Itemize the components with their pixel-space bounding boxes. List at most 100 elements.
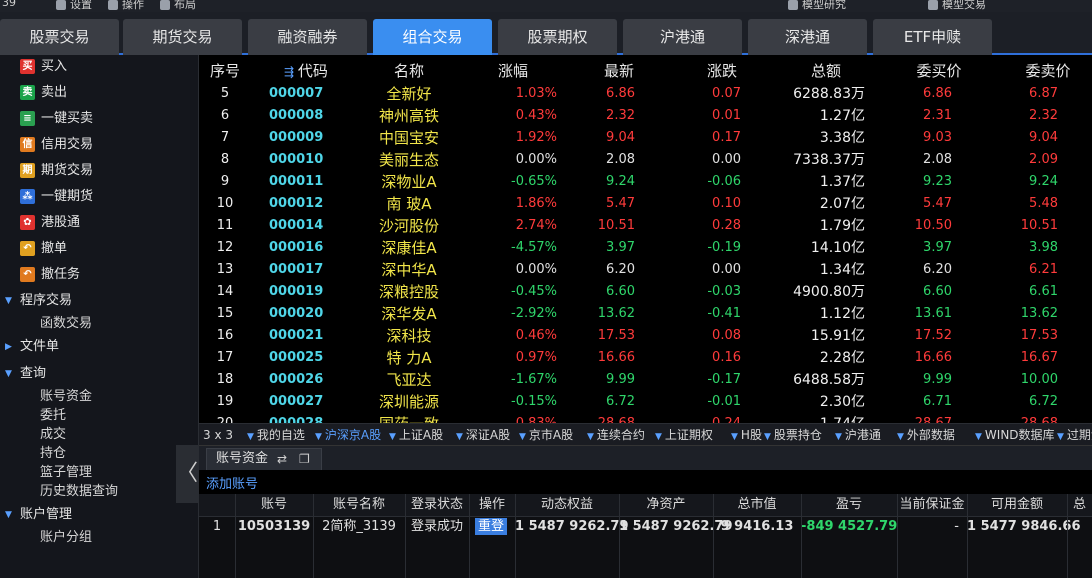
table-row[interactable]: 19 000027 深圳能源 -0.15% 6.72 -0.01 2.30亿 6.71 6.72 xyxy=(199,391,1092,413)
account-header-1[interactable]: 账号 xyxy=(235,494,313,516)
sort-icon[interactable]: ⇶ xyxy=(284,65,298,79)
sidebar-item-buy[interactable]: 买买入 xyxy=(0,55,199,79)
column-header-1[interactable]: ⇶ 代码 xyxy=(273,58,339,85)
table-row[interactable]: 14 000019 深粮控股 -0.45% 6.60 -0.03 4900.80万 6.60 6… xyxy=(199,281,1092,303)
table-row[interactable]: 5 000007 全新好 1.03% 6.86 0.07 6288.83万 6.86 6.87 xyxy=(199,83,1092,105)
sidebar-item-one-key-trade[interactable]: ≡ 一键买卖 xyxy=(0,107,199,131)
account-header-8[interactable]: 盈亏 xyxy=(801,494,897,516)
sidebar-group-3[interactable]: ▼ 账户管理 xyxy=(0,503,199,527)
table-row[interactable]: 17 000025 特 力A 0.97% 16.66 0.16 2.28亿 16.66 16.6… xyxy=(199,347,1092,369)
sidebar-subitem[interactable]: 历史数据查询 xyxy=(0,480,199,504)
account-header-9[interactable]: 当前保证金 xyxy=(897,494,967,516)
account-header-3[interactable]: 登录状态 xyxy=(405,494,469,516)
stock-code: 000007 xyxy=(269,86,324,101)
toolbar-model-trading[interactable]: 模型交易 xyxy=(928,0,986,11)
account-header-4[interactable]: 操作 xyxy=(469,494,515,516)
float-window-icon[interactable]: ❐ xyxy=(299,449,310,469)
toolbar-model-research[interactable]: 模型研究 xyxy=(788,0,846,11)
account-header-11[interactable]: 总 xyxy=(1067,494,1092,516)
column-header-label: 序号 xyxy=(209,62,240,80)
column-header-0[interactable]: 序号 xyxy=(203,58,247,84)
toolbar-layout[interactable]: 布局 xyxy=(160,0,196,11)
toolbar-gear[interactable]: 设置 xyxy=(56,0,92,11)
table-row[interactable]: 18 000026 飞亚达 -1.67% 9.99 -0.17 6488.58万 9.99 10… xyxy=(199,369,1092,391)
block-tab-6[interactable]: ▼ 连续合约 xyxy=(587,424,645,445)
table-row[interactable]: 10 000012 南 玻A 1.86% 5.47 0.10 2.07亿 5.47 5.48 xyxy=(199,193,1092,215)
table-row[interactable]: 11 000014 沙河股份 2.74% 10.51 0.28 1.79亿 10.50 10.5… xyxy=(199,215,1092,237)
sidebar-item-credit-trade[interactable]: 信信用交易 xyxy=(0,133,199,157)
tab-1[interactable]: 期货交易 xyxy=(123,19,242,55)
sidebar-group-2[interactable]: ▼ 查询 xyxy=(0,362,199,386)
block-tab-7[interactable]: ▼ 上证期权 xyxy=(655,424,713,445)
tab-7[interactable]: ETF申赎 xyxy=(873,19,992,55)
column-header-4[interactable]: 最新 xyxy=(583,58,655,84)
column-header-3[interactable]: 涨幅 xyxy=(477,58,549,84)
column-header-8[interactable]: 委卖价 xyxy=(1014,58,1082,84)
account-header-7[interactable]: 总市值 xyxy=(713,494,801,516)
table-row[interactable]: 6 000008 神州高铁 0.43% 2.32 0.01 1.27亿 2.31 2.32 xyxy=(199,105,1092,127)
block-tab-3[interactable]: ▼ 上证A股 xyxy=(389,424,443,445)
block-tab-label: 连续合约 xyxy=(596,428,645,442)
block-tab-11[interactable]: ▼ 外部数据 xyxy=(897,424,955,445)
column-divider xyxy=(515,494,516,578)
sidebar-item-futures-trade[interactable]: 期期货交易 xyxy=(0,159,199,183)
panel-tab-account-funds[interactable]: 账号资金 ⇄ ❐ xyxy=(206,448,322,470)
account-header-6[interactable]: 净资产 xyxy=(619,494,713,516)
block-tab-8[interactable]: ▼ H股 xyxy=(731,424,762,445)
toolbar-action[interactable]: 操作 xyxy=(108,0,144,11)
tab-4[interactable]: 股票期权 xyxy=(498,19,617,55)
block-tab-2[interactable]: ▼ 沪深京A股 xyxy=(315,424,381,445)
column-header-2[interactable]: 名称 xyxy=(359,58,459,84)
account-name: 2简称_3139 xyxy=(322,519,396,534)
sidebar-item-sell[interactable]: 卖卖出 xyxy=(0,81,199,105)
block-tab-12[interactable]: ▼ WIND数据库 xyxy=(975,424,1055,445)
table-row[interactable]: 15 000020 深华发A -2.92% 13.62 -0.41 1.12亿 13.61 13… xyxy=(199,303,1092,325)
table-row[interactable]: 12 000016 深康佳A -4.57% 3.97 -0.19 14.10亿 3.97 3.9… xyxy=(199,237,1092,259)
stock-code: 000028 xyxy=(269,413,335,423)
tab-0[interactable]: 股票交易 xyxy=(0,19,119,55)
sidebar-item-hk-connect[interactable]: ✿ 港股通 xyxy=(0,211,199,235)
stock-code: 000027 xyxy=(269,394,324,409)
block-tab-1[interactable]: ▼ 我的自选 xyxy=(247,424,305,445)
sidebar-item-one-key-futures[interactable]: ⁂ 一键期货 xyxy=(0,185,199,209)
cancel-task-icon: ↶ xyxy=(20,267,35,282)
table-row[interactable]: 9 000011 深物业A -0.65% 9.24 -0.06 1.37亿 9.23 9.24 xyxy=(199,171,1092,193)
stock-name: 飞亚达 xyxy=(386,371,432,389)
column-header-7[interactable]: 委买价 xyxy=(899,58,979,84)
last-price: 2.08 xyxy=(606,152,635,167)
account-header-2[interactable]: 账号名称 xyxy=(313,494,405,516)
column-header-6[interactable]: 总额 xyxy=(785,58,867,84)
block-tab-9[interactable]: ▼ 股票持仓 xyxy=(764,424,822,445)
block-tab-0[interactable]: 3 x 3 xyxy=(203,424,233,445)
block-tab-4[interactable]: ▼ 深证A股 xyxy=(456,424,510,445)
change-percent: -1.67% xyxy=(511,372,557,387)
block-tab-5[interactable]: ▼ 京市A股 xyxy=(519,424,573,445)
table-row[interactable]: 16 000021 深科技 0.46% 17.53 0.08 15.91亿 17.52 17.5… xyxy=(199,325,1092,347)
relogin-button[interactable]: 重登 xyxy=(475,518,507,535)
sidebar-item-cancel-task[interactable]: ↶ 撤任务 xyxy=(0,263,199,287)
column-header-5[interactable]: 涨跌 xyxy=(687,58,757,84)
tab-3[interactable]: 组合交易 xyxy=(373,19,492,55)
block-tab-10[interactable]: ▼ 沪港通 xyxy=(835,424,881,445)
sidebar-group-1[interactable]: ▶ 文件单 xyxy=(0,335,199,359)
sidebar-subitem[interactable]: 函数交易 xyxy=(0,312,199,336)
table-row[interactable]: 7 000009 中国宝安 1.92% 9.04 0.17 3.38亿 9.03 9.04 xyxy=(199,127,1092,149)
block-tab-13[interactable]: ▼过期沪深 xyxy=(1057,424,1092,445)
table-row[interactable]: 8 000010 美丽生态 0.00% 2.08 0.00 7338.37万 2.08 2.09 xyxy=(199,149,1092,171)
sidebar-group-0[interactable]: ▼ 程序交易 xyxy=(0,289,199,313)
row-number: 10 xyxy=(216,196,234,211)
table-row[interactable]: 1 10503139 2简称_3139 登录成功 重登 1 5487 9262.79 1 5… xyxy=(199,516,1092,538)
tab-6[interactable]: 深港通 xyxy=(748,19,867,55)
add-account-link[interactable]: 添加账号 xyxy=(206,473,258,492)
collapse-sidebar-button[interactable]: 〈 xyxy=(176,445,198,503)
account-header-10[interactable]: 可用金额 xyxy=(967,494,1067,516)
swap-icon[interactable]: ⇄ xyxy=(277,449,287,469)
sidebar-subitem[interactable]: 账户分组 xyxy=(0,526,199,550)
table-row[interactable]: 13 000017 深中华A 0.00% 6.20 0.00 1.34亿 6.20 6.21 xyxy=(199,259,1092,281)
tab-5[interactable]: 沪港通 xyxy=(623,19,742,55)
tab-2[interactable]: 融资融券 xyxy=(248,19,367,55)
top-toolbar: 39 设置 操作 布局 模型研究 模型交易 xyxy=(0,0,1092,12)
table-row[interactable]: 20 000028 国药一致 0.83% 28.68 0.24 1.74亿 28.67 28.6… xyxy=(199,413,1092,423)
account-header-5[interactable]: 动态权益 xyxy=(515,494,619,516)
sidebar-item-cancel-order[interactable]: ↶ 撤单 xyxy=(0,237,199,261)
